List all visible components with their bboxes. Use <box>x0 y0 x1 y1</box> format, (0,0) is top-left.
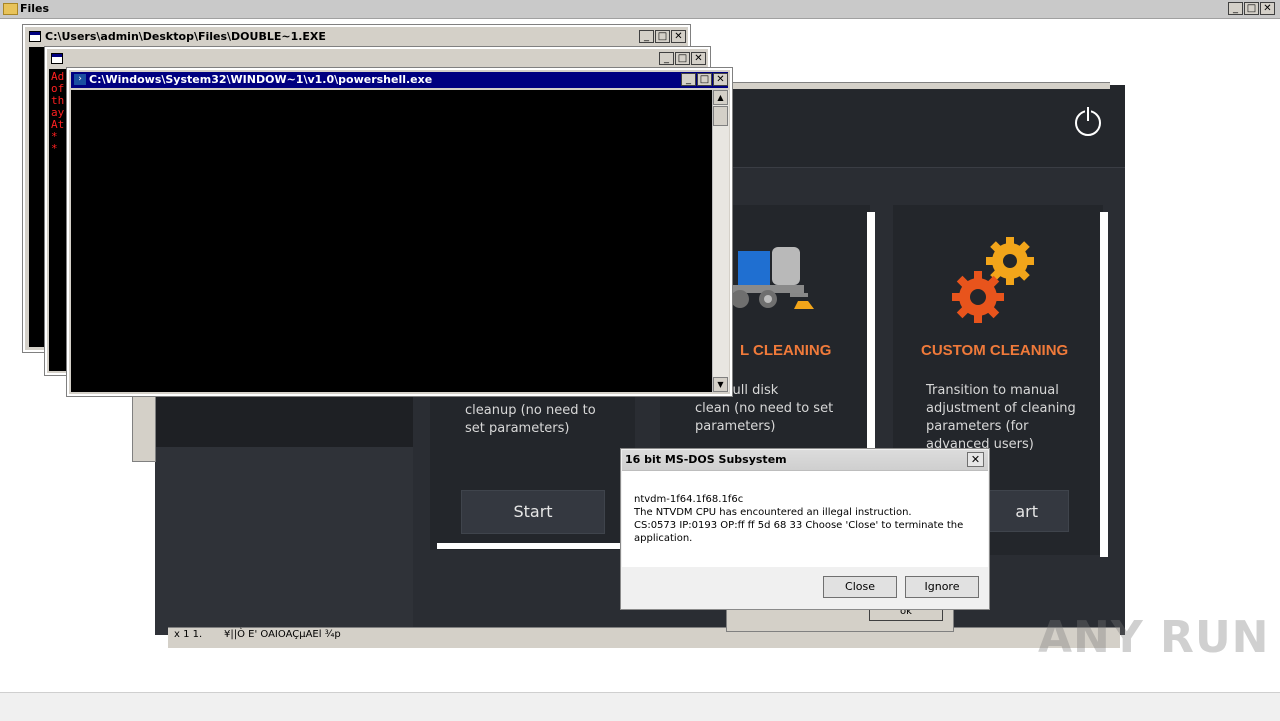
scroll-up-icon[interactable]: ▲ <box>713 90 728 105</box>
explorer-window-controls: _ □ ✕ <box>1228 2 1275 15</box>
powershell-window-titlebar: › C:\Windows\System32\WINDOW~1\v1.0\powe… <box>71 72 728 88</box>
minimize-button[interactable]: _ <box>659 52 674 65</box>
gears-icon <box>952 237 1034 323</box>
dialog-close-icon[interactable]: ✕ <box>967 452 984 467</box>
card-frame-right <box>1100 212 1108 557</box>
card-description: Transition to manual adjustment of clean… <box>926 383 1076 452</box>
folder-icon <box>3 3 18 15</box>
maximize-button[interactable]: □ <box>675 52 690 65</box>
dos-window-titlebar: C:\Users\admin\Desktop\Files\DOUBLE~1.EX… <box>27 29 686 45</box>
cmd-window-titlebar: _ □ ✕ <box>49 51 706 67</box>
minimize-button[interactable]: _ <box>1228 2 1243 15</box>
console-icon <box>51 53 63 64</box>
ignore-button[interactable]: Ignore <box>905 576 979 598</box>
close-button[interactable]: ✕ <box>691 52 706 65</box>
powershell-window-title: C:\Windows\System32\WINDOW~1\v1.0\powers… <box>89 73 433 86</box>
dos-window-title: C:\Users\admin\Desktop\Files\DOUBLE~1.EX… <box>45 30 326 43</box>
minimize-button[interactable]: _ <box>639 30 654 43</box>
powershell-icon: › <box>74 74 86 85</box>
hidden-text: ¥||Ò E' OAIOAÇµAEl ¾p <box>224 629 341 640</box>
console-area[interactable] <box>71 90 712 392</box>
close-button[interactable]: ✕ <box>671 30 686 43</box>
explorer-titlebar: Files _ □ ✕ <box>0 0 1280 19</box>
dialog-body: ntvdm-1f64.1f68.1f6c The NTVDM CPU has e… <box>622 471 988 567</box>
anyrun-watermark: ANY RUN <box>1038 612 1270 663</box>
card-title: CUSTOM CLEANING <box>921 342 1069 359</box>
window-controls: _ □ ✕ <box>659 52 706 65</box>
scroll-thumb[interactable] <box>713 106 728 126</box>
console-output: Ad of th ay At * * <box>51 70 65 155</box>
minimize-button[interactable]: _ <box>681 73 696 86</box>
window-controls: _ □ ✕ <box>681 73 728 86</box>
dialog-title: 16 bit MS-DOS Subsystem <box>625 453 787 466</box>
window-controls: _ □ ✕ <box>639 30 686 43</box>
message-line: The NTVDM CPU has encountered an illegal… <box>634 507 912 518</box>
dialog-message: ntvdm-1f64.1f68.1f6c The NTVDM CPU has e… <box>634 493 974 545</box>
status-bar <box>0 692 1280 721</box>
scroll-down-icon[interactable]: ▼ <box>713 377 728 392</box>
card-description: cleanup (no need to set parameters) <box>465 403 596 436</box>
maximize-button[interactable]: □ <box>697 73 712 86</box>
maximize-button[interactable]: □ <box>655 30 670 43</box>
explorer-title: Files <box>20 2 50 15</box>
background-window-edge <box>730 82 1110 89</box>
message-line: ntvdm-1f64.1f68.1f6c <box>634 494 744 505</box>
close-button[interactable]: ✕ <box>713 73 728 86</box>
vertical-scrollbar[interactable]: ▲ ▼ <box>712 90 729 392</box>
ntvdm-error-dialog: 16 bit MS-DOS Subsystem ✕ ntvdm-1f64.1f6… <box>620 448 990 610</box>
console-icon <box>29 31 41 42</box>
hidden-window-strip: x 1 1. ¥||Ò E' OAIOAÇµAEl ¾p <box>168 627 1120 648</box>
console-area: Ad of th ay At * * <box>49 69 69 371</box>
close-button[interactable]: ✕ <box>1260 2 1275 15</box>
close-button[interactable]: Close <box>823 576 897 598</box>
background-window-edge <box>132 395 156 462</box>
card-title: L CLEANING <box>740 342 832 359</box>
powershell-window: › C:\Windows\System32\WINDOW~1\v1.0\powe… <box>66 67 733 397</box>
maximize-button[interactable]: □ <box>1244 2 1259 15</box>
message-line: CS:0573 IP:0193 OP:ff ff 5d 68 33 Choose… <box>634 520 964 544</box>
truck-icon <box>728 247 814 309</box>
power-icon[interactable] <box>1075 107 1101 136</box>
dialog-titlebar: 16 bit MS-DOS Subsystem ✕ <box>622 450 988 471</box>
hidden-text: x 1 1. <box>174 629 203 640</box>
start-button[interactable]: Start <box>461 490 605 534</box>
